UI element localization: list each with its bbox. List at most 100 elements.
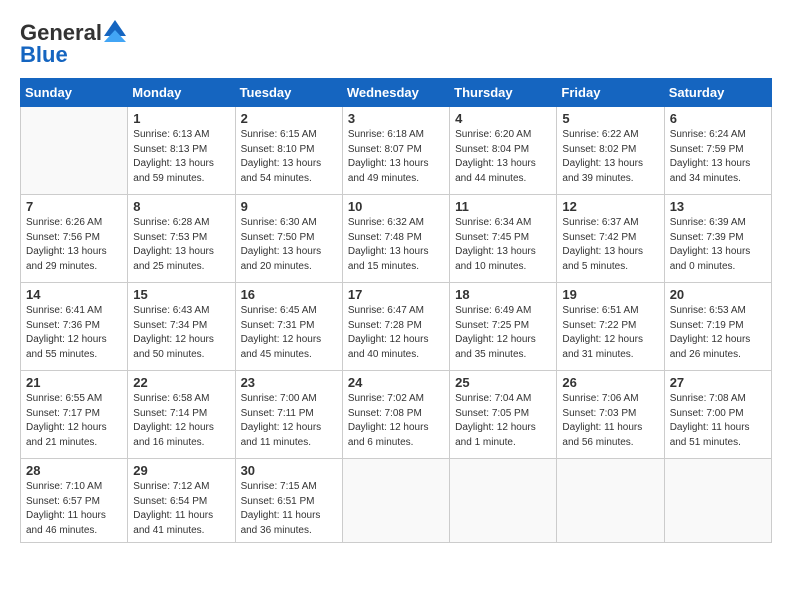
cell-info: Sunrise: 6:41 AM Sunset: 7:36 PM Dayligh… xyxy=(26,304,122,362)
cell-info: Sunrise: 6:51 AM Sunset: 7:22 PM Dayligh… xyxy=(562,304,658,362)
cell-info: Sunrise: 6:24 AM Sunset: 7:59 PM Dayligh… xyxy=(670,128,766,186)
weekday-header-friday: Friday xyxy=(557,79,664,107)
day-number: 5 xyxy=(562,111,658,126)
calendar-cell: 1 Sunrise: 6:13 AM Sunset: 8:13 PM Daylig… xyxy=(128,107,235,195)
calendar-cell xyxy=(21,107,128,195)
cell-info: Sunrise: 6:53 AM Sunset: 7:19 PM Dayligh… xyxy=(670,304,766,362)
cell-info: Sunrise: 6:30 AM Sunset: 7:50 PM Dayligh… xyxy=(241,216,337,274)
calendar-cell: 8 Sunrise: 6:28 AM Sunset: 7:53 PM Daylig… xyxy=(128,195,235,283)
weekday-header-thursday: Thursday xyxy=(450,79,557,107)
day-number: 17 xyxy=(348,287,444,302)
cell-info: Sunrise: 6:32 AM Sunset: 7:48 PM Dayligh… xyxy=(348,216,444,274)
day-number: 16 xyxy=(241,287,337,302)
calendar-cell: 11 Sunrise: 6:34 AM Sunset: 7:45 PM Dayli… xyxy=(450,195,557,283)
cell-info: Sunrise: 7:08 AM Sunset: 7:00 PM Dayligh… xyxy=(670,392,766,450)
calendar-cell: 7 Sunrise: 6:26 AM Sunset: 7:56 PM Daylig… xyxy=(21,195,128,283)
day-number: 19 xyxy=(562,287,658,302)
week-row-3: 14 Sunrise: 6:41 AM Sunset: 7:36 PM Dayli… xyxy=(21,283,772,371)
cell-info: Sunrise: 6:43 AM Sunset: 7:34 PM Dayligh… xyxy=(133,304,229,362)
day-number: 28 xyxy=(26,463,122,478)
calendar-cell: 26Sunrise: 7:06 AM Sunset: 7:03 PM Dayli… xyxy=(557,371,664,459)
calendar-cell: 18 Sunrise: 6:49 AM Sunset: 7:25 PM Dayli… xyxy=(450,283,557,371)
cell-info: Sunrise: 7:04 AM Sunset: 7:05 PM Dayligh… xyxy=(455,392,551,450)
day-number: 26 xyxy=(562,375,658,390)
calendar-cell: 15Sunrise: 6:43 AM Sunset: 7:34 PM Dayli… xyxy=(128,283,235,371)
calendar-cell xyxy=(450,459,557,543)
day-number: 29 xyxy=(133,463,229,478)
day-number: 12 xyxy=(562,199,658,214)
calendar-cell: 27Sunrise: 7:08 AM Sunset: 7:00 PM Dayli… xyxy=(664,371,771,459)
calendar-cell: 29 Sunrise: 7:12 AM Sunset: 6:54 PM Dayli… xyxy=(128,459,235,543)
day-number: 4 xyxy=(455,111,551,126)
day-number: 21 xyxy=(26,375,122,390)
day-number: 9 xyxy=(241,199,337,214)
calendar-cell: 3 Sunrise: 6:18 AM Sunset: 8:07 PM Daylig… xyxy=(342,107,449,195)
week-row-5: 28 Sunrise: 7:10 AM Sunset: 6:57 PM Dayli… xyxy=(21,459,772,543)
cell-info: Sunrise: 6:13 AM Sunset: 8:13 PM Dayligh… xyxy=(133,128,229,186)
day-number: 1 xyxy=(133,111,229,126)
cell-info: Sunrise: 6:26 AM Sunset: 7:56 PM Dayligh… xyxy=(26,216,122,274)
cell-info: Sunrise: 6:15 AM Sunset: 8:10 PM Dayligh… xyxy=(241,128,337,186)
day-number: 6 xyxy=(670,111,766,126)
week-row-1: 1 Sunrise: 6:13 AM Sunset: 8:13 PM Daylig… xyxy=(21,107,772,195)
logo-icon xyxy=(104,20,126,42)
cell-info: Sunrise: 6:47 AM Sunset: 7:28 PM Dayligh… xyxy=(348,304,444,362)
day-number: 10 xyxy=(348,199,444,214)
calendar-cell xyxy=(664,459,771,543)
day-number: 23 xyxy=(241,375,337,390)
calendar-cell: 25 Sunrise: 7:04 AM Sunset: 7:05 PM Dayli… xyxy=(450,371,557,459)
cell-info: Sunrise: 7:00 AM Sunset: 7:11 PM Dayligh… xyxy=(241,392,337,450)
day-number: 18 xyxy=(455,287,551,302)
calendar-cell: 10 Sunrise: 6:32 AM Sunset: 7:48 PM Dayli… xyxy=(342,195,449,283)
calendar-cell: 12 Sunrise: 6:37 AM Sunset: 7:42 PM Dayli… xyxy=(557,195,664,283)
calendar-cell: 2 Sunrise: 6:15 AM Sunset: 8:10 PM Daylig… xyxy=(235,107,342,195)
weekday-header-wednesday: Wednesday xyxy=(342,79,449,107)
cell-info: Sunrise: 6:49 AM Sunset: 7:25 PM Dayligh… xyxy=(455,304,551,362)
cell-info: Sunrise: 6:34 AM Sunset: 7:45 PM Dayligh… xyxy=(455,216,551,274)
day-number: 7 xyxy=(26,199,122,214)
week-row-2: 7 Sunrise: 6:26 AM Sunset: 7:56 PM Daylig… xyxy=(21,195,772,283)
weekday-header-saturday: Saturday xyxy=(664,79,771,107)
calendar-cell: 30Sunrise: 7:15 AM Sunset: 6:51 PM Dayli… xyxy=(235,459,342,543)
day-number: 30 xyxy=(241,463,337,478)
cell-info: Sunrise: 6:28 AM Sunset: 7:53 PM Dayligh… xyxy=(133,216,229,274)
calendar-table: SundayMondayTuesdayWednesdayThursdayFrid… xyxy=(20,78,772,543)
calendar-cell: 9 Sunrise: 6:30 AM Sunset: 7:50 PM Daylig… xyxy=(235,195,342,283)
day-number: 2 xyxy=(241,111,337,126)
cell-info: Sunrise: 7:12 AM Sunset: 6:54 PM Dayligh… xyxy=(133,480,229,538)
page-header: General Blue xyxy=(20,20,772,68)
weekday-header-row: SundayMondayTuesdayWednesdayThursdayFrid… xyxy=(21,79,772,107)
weekday-header-monday: Monday xyxy=(128,79,235,107)
cell-info: Sunrise: 6:37 AM Sunset: 7:42 PM Dayligh… xyxy=(562,216,658,274)
day-number: 14 xyxy=(26,287,122,302)
cell-info: Sunrise: 7:02 AM Sunset: 7:08 PM Dayligh… xyxy=(348,392,444,450)
cell-info: Sunrise: 6:18 AM Sunset: 8:07 PM Dayligh… xyxy=(348,128,444,186)
day-number: 24 xyxy=(348,375,444,390)
cell-info: Sunrise: 6:55 AM Sunset: 7:17 PM Dayligh… xyxy=(26,392,122,450)
calendar-cell: 20 Sunrise: 6:53 AM Sunset: 7:19 PM Dayli… xyxy=(664,283,771,371)
weekday-header-tuesday: Tuesday xyxy=(235,79,342,107)
day-number: 8 xyxy=(133,199,229,214)
day-number: 3 xyxy=(348,111,444,126)
calendar-cell: 4 Sunrise: 6:20 AM Sunset: 8:04 PM Daylig… xyxy=(450,107,557,195)
calendar-cell xyxy=(342,459,449,543)
day-number: 20 xyxy=(670,287,766,302)
calendar-cell: 24 Sunrise: 7:02 AM Sunset: 7:08 PM Dayli… xyxy=(342,371,449,459)
weekday-header-sunday: Sunday xyxy=(21,79,128,107)
cell-info: Sunrise: 6:45 AM Sunset: 7:31 PM Dayligh… xyxy=(241,304,337,362)
calendar-cell: 22Sunrise: 6:58 AM Sunset: 7:14 PM Dayli… xyxy=(128,371,235,459)
cell-info: Sunrise: 6:20 AM Sunset: 8:04 PM Dayligh… xyxy=(455,128,551,186)
calendar-cell: 5Sunrise: 6:22 AM Sunset: 8:02 PM Daylig… xyxy=(557,107,664,195)
cell-info: Sunrise: 7:10 AM Sunset: 6:57 PM Dayligh… xyxy=(26,480,122,538)
calendar-cell xyxy=(557,459,664,543)
calendar-cell: 28 Sunrise: 7:10 AM Sunset: 6:57 PM Dayli… xyxy=(21,459,128,543)
calendar-cell: 14 Sunrise: 6:41 AM Sunset: 7:36 PM Dayli… xyxy=(21,283,128,371)
calendar-cell: 17 Sunrise: 6:47 AM Sunset: 7:28 PM Dayli… xyxy=(342,283,449,371)
day-number: 22 xyxy=(133,375,229,390)
cell-info: Sunrise: 6:39 AM Sunset: 7:39 PM Dayligh… xyxy=(670,216,766,274)
calendar-cell: 21 Sunrise: 6:55 AM Sunset: 7:17 PM Dayli… xyxy=(21,371,128,459)
day-number: 11 xyxy=(455,199,551,214)
logo: General Blue xyxy=(20,20,126,68)
day-number: 25 xyxy=(455,375,551,390)
calendar-cell: 19 Sunrise: 6:51 AM Sunset: 7:22 PM Dayli… xyxy=(557,283,664,371)
